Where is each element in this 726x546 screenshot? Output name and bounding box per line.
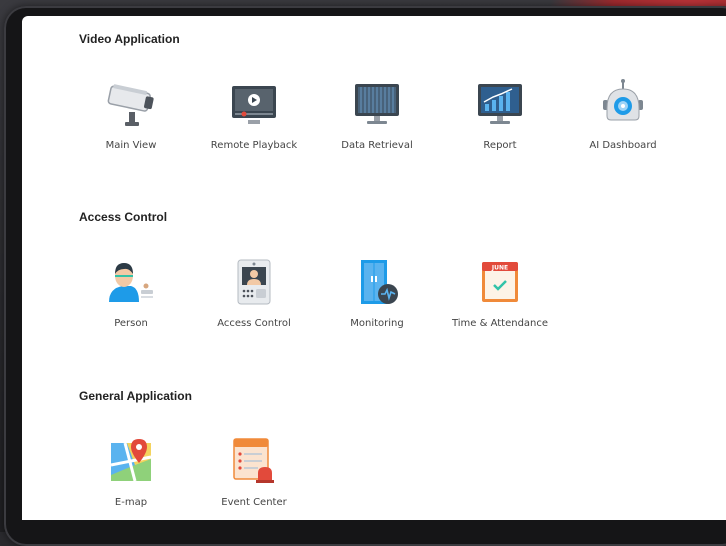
app-label: Time & Attendance: [451, 318, 549, 329]
section-title-access-control: Access Control: [79, 210, 168, 224]
event-alarm-icon: [233, 438, 274, 483]
app-label: Person: [114, 318, 148, 329]
bar-chart-monitor-icon: [478, 84, 522, 124]
app-access-control[interactable]: Access Control: [199, 256, 309, 329]
map-pin-icon: [110, 439, 152, 482]
door-monitoring-icon: [361, 260, 398, 304]
app-report[interactable]: Report: [445, 78, 555, 151]
app-label: E-map: [114, 497, 148, 508]
app-label: Access Control: [217, 318, 291, 329]
calendar-month-text: JUNE: [491, 265, 508, 272]
playback-monitor-icon: [232, 86, 276, 124]
app-monitoring[interactable]: Monitoring: [322, 256, 432, 329]
data-monitor-icon: [355, 84, 399, 124]
app-label: Main View: [105, 140, 157, 151]
app-label: Data Retrieval: [341, 140, 413, 151]
app-main-view[interactable]: Main View: [76, 78, 186, 151]
app-label: Monitoring: [350, 318, 404, 329]
app-time-attendance[interactable]: JUNE Time & Attendance: [445, 256, 555, 329]
app-remote-playback[interactable]: Remote Playback: [199, 78, 309, 151]
app-label: Remote Playback: [210, 140, 298, 151]
application-panel: Video Application Main View Remote Playb…: [22, 16, 726, 520]
app-label: AI Dashboard: [589, 140, 657, 151]
app-event-center[interactable]: Event Center: [199, 435, 309, 508]
app-person[interactable]: Person: [76, 256, 186, 329]
app-ai-dashboard[interactable]: AI Dashboard: [568, 78, 678, 151]
door-terminal-icon: [237, 259, 271, 305]
app-e-map[interactable]: E-map: [76, 435, 186, 508]
section-title-general-application: General Application: [79, 389, 192, 403]
app-label: Report: [483, 140, 517, 151]
app-label: Event Center: [221, 497, 287, 508]
app-data-retrieval[interactable]: Data Retrieval: [322, 78, 432, 151]
robot-icon: [603, 79, 643, 121]
person-face-icon: [109, 263, 153, 302]
section-title-video-application: Video Application: [79, 32, 180, 46]
camera-icon: [107, 84, 154, 126]
calendar-check-icon: JUNE: [482, 262, 518, 302]
